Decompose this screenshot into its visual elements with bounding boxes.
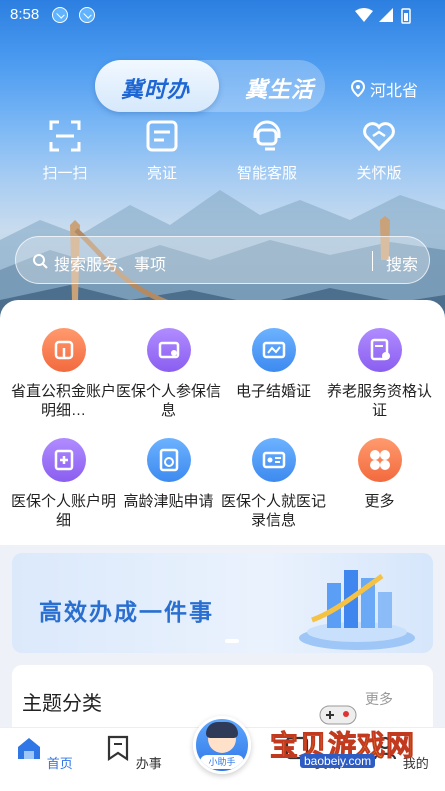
service-label: 高龄津贴申请 <box>123 493 214 510</box>
watermark: 宝贝游戏网 baobeiy.com <box>268 700 438 770</box>
wifi-icon <box>355 8 373 22</box>
service-label: 医保个人就医记录信息 <box>221 493 327 529</box>
download-icon <box>52 7 68 23</box>
nav-services[interactable]: 办事 <box>103 734 163 772</box>
nav-label: 办事 <box>135 756 162 771</box>
tab-jishenghuo[interactable]: 冀生活 <box>245 72 314 104</box>
service-item[interactable]: 高龄津贴申请 <box>116 438 221 511</box>
status-time: 8:58 <box>10 6 40 23</box>
assistant-label: 小助手 <box>200 755 244 769</box>
service-label: 养老服务资格认证 <box>327 383 433 419</box>
banner-chart-illustration <box>299 570 415 650</box>
search-input[interactable]: 搜索服务、事项 <box>54 251 166 275</box>
medical-account-icon <box>41 438 86 482</box>
search-bar[interactable]: 搜索服务、事项 搜索 <box>15 236 430 284</box>
service-item[interactable]: 医保个人参保信息 <box>116 328 221 420</box>
service-label: 电子结婚证 <box>235 383 311 400</box>
insurance-card-icon <box>146 328 191 372</box>
customer-service-icon <box>253 120 281 151</box>
medical-record-icon <box>251 438 296 482</box>
service-label: 医保个人账户明细 <box>11 493 117 529</box>
home-icon <box>18 738 41 759</box>
more-grid-icon <box>357 438 402 482</box>
bookmark-icon <box>108 735 129 762</box>
gamepad-icon <box>319 705 357 725</box>
signal-icon <box>379 8 393 22</box>
location-selector[interactable]: 河北省 <box>350 77 418 101</box>
banner-title: 高效办成一件事 <box>39 599 214 625</box>
quick-action-scan[interactable]: 扫一扫 <box>20 118 110 183</box>
nav-home[interactable]: 首页 <box>14 734 74 772</box>
status-icons <box>355 8 411 24</box>
service-label: 医保个人参保信息 <box>116 383 222 419</box>
quick-action-certificate[interactable]: 亮证 <box>117 118 207 183</box>
service-item[interactable]: 医保个人就医记录信息 <box>221 438 326 530</box>
quick-action-care-mode[interactable]: 关怀版 <box>334 118 424 183</box>
certificate-icon <box>146 120 178 152</box>
promo-banner[interactable]: 高效办成一件事 <box>12 553 433 653</box>
search-divider <box>372 251 373 271</box>
nav-label: 首页 <box>46 756 73 771</box>
allowance-icon <box>146 438 191 482</box>
service-item[interactable]: 省直公积金账户明细… <box>11 328 116 420</box>
quick-action-label: 智能客服 <box>236 165 297 182</box>
pension-doc-icon <box>357 328 402 372</box>
quick-action-label: 亮证 <box>146 165 177 182</box>
care-heart-icon <box>363 122 395 152</box>
search-button[interactable]: 搜索 <box>386 251 418 275</box>
location-pin-icon <box>350 80 366 98</box>
services-panel: 省直公积金账户明细… 医保个人参保信息 电子结婚证 养老服务资格认证 医保个人账… <box>0 300 445 545</box>
marriage-certificate-icon <box>251 328 296 372</box>
app-tab-bar: 冀时办 冀生活 <box>95 60 325 112</box>
service-item[interactable]: 医保个人账户明细 <box>11 438 116 530</box>
download-icon <box>79 7 95 23</box>
service-item-more[interactable]: 更多 <box>327 438 432 511</box>
quick-action-customer-service[interactable]: 智能客服 <box>222 118 312 183</box>
search-icon <box>33 254 48 269</box>
tab-jishiban[interactable]: 冀时办 <box>121 72 190 104</box>
assistant-hair <box>206 722 238 738</box>
scan-icon <box>49 120 81 152</box>
service-label: 更多 <box>364 493 395 510</box>
assistant-button[interactable]: 小助手 <box>193 716 251 774</box>
status-bar: 8:58 <box>0 0 445 30</box>
quick-action-label: 扫一扫 <box>42 165 88 182</box>
service-item[interactable]: 养老服务资格认证 <box>327 328 432 420</box>
quick-actions: 扫一扫 亮证 智能客服 关怀版 <box>0 118 445 188</box>
quick-action-label: 关怀版 <box>356 165 402 182</box>
location-label: 河北省 <box>370 83 419 100</box>
topic-title: 主题分类 <box>22 693 102 715</box>
service-label: 省直公积金账户明细… <box>11 383 117 419</box>
carousel-indicator <box>225 639 239 643</box>
watermark-url: baobeiy.com <box>300 754 376 768</box>
housing-fund-icon <box>41 328 86 372</box>
service-item[interactable]: 电子结婚证 <box>221 328 326 401</box>
